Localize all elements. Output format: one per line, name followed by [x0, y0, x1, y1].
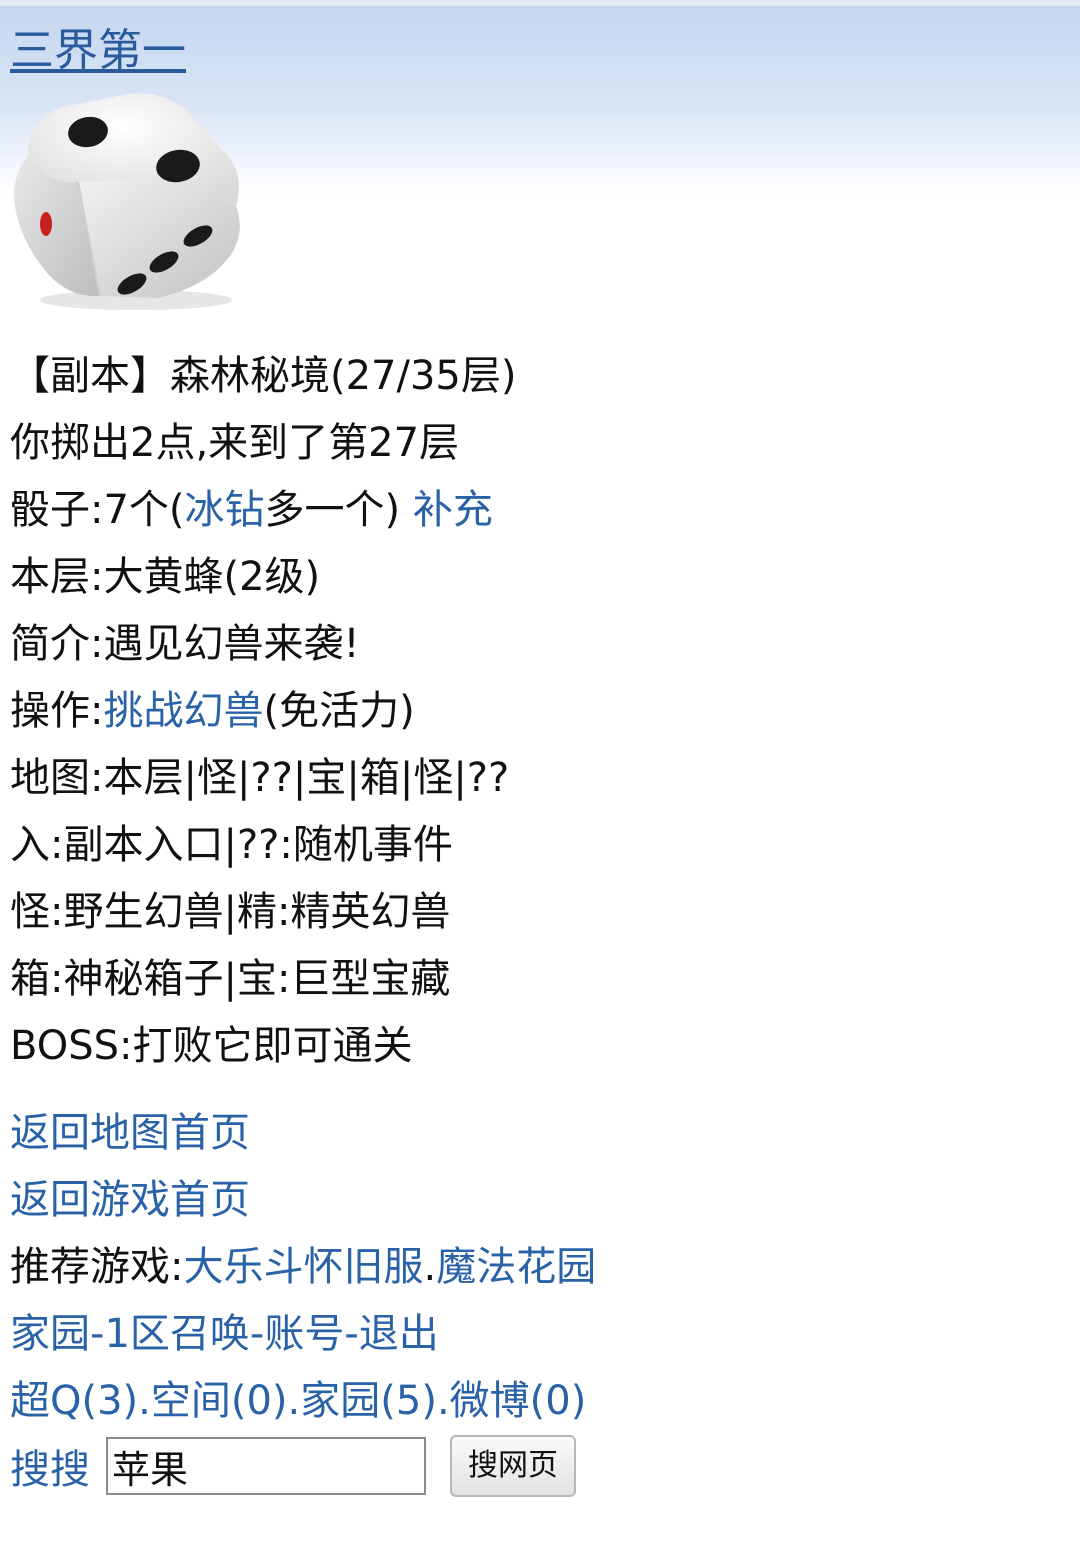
space-link[interactable]: 空间(0) [151, 1378, 288, 1424]
dice-count-line: 骰子:7个(冰钻多一个) 补充 [10, 477, 1070, 544]
dash-2: - [249, 1311, 265, 1357]
recommend-separator: . [423, 1244, 437, 1290]
search-input[interactable] [106, 1437, 426, 1495]
content-lines: 【副本】森林秘境(27/35层) 你掷出2点,来到了第27层 骰子:7个(冰钻多… [10, 343, 1070, 1505]
legend-boss: BOSS:打败它即可通关 [10, 1023, 413, 1069]
ice-diamond-link[interactable]: 冰钻 [185, 487, 265, 533]
dungeon-title: 【副本】森林秘境(27/35层) [10, 353, 517, 399]
recommend-line: 推荐游戏:大乐斗怀旧服.魔法花园 [10, 1234, 1070, 1301]
map-line: 地图:本层|怪|??|宝|箱|怪|?? [10, 755, 510, 801]
roll-result: 你掷出2点,来到了第27层 [10, 420, 460, 466]
account-nav-line: 家园-1区召唤-账号-退出 [10, 1301, 1070, 1368]
dice-icon [8, 86, 248, 316]
search-web-button[interactable]: 搜网页 [450, 1435, 576, 1497]
floor-info: 本层:大黄蜂(2级) [10, 554, 321, 600]
floor-intro: 简介:遇见幻兽来袭! [10, 621, 360, 667]
refill-link[interactable]: 补充 [413, 487, 493, 533]
dash-3: - [344, 1311, 359, 1357]
dot-1: . [138, 1378, 151, 1424]
action-label: 操作: [10, 688, 104, 734]
legend-monster: 怪:野生幻兽|精:精英幻兽 [10, 889, 451, 935]
dot-3: . [436, 1378, 450, 1424]
site-title-link[interactable]: 三界第一 [10, 26, 186, 76]
home-link[interactable]: 家园 [10, 1311, 90, 1357]
back-to-game-link[interactable]: 返回游戏首页 [10, 1177, 250, 1223]
search-label-link[interactable]: 搜搜 [10, 1447, 90, 1493]
recommend-game-1-link[interactable]: 大乐斗怀旧服 [183, 1244, 423, 1290]
superq-link[interactable]: 超Q(3) [10, 1378, 138, 1424]
homeland-link[interactable]: 家园(5) [300, 1378, 437, 1424]
dash-1: - [90, 1311, 105, 1357]
legend-box: 箱:神秘箱子|宝:巨型宝藏 [10, 956, 451, 1002]
recommend-game-2-link[interactable]: 魔法花园 [436, 1244, 596, 1290]
dice-count-text: 骰子:7个( [10, 487, 185, 533]
weibo-link[interactable]: 微博(0) [450, 1378, 587, 1424]
action-note: (免活力) [263, 688, 415, 734]
search-row: 搜搜 搜网页 [10, 1435, 1070, 1505]
back-to-map-link[interactable]: 返回地图首页 [10, 1110, 250, 1156]
zone-link[interactable]: 1区召唤 [104, 1311, 249, 1357]
logout-link[interactable]: 退出 [359, 1311, 439, 1357]
account-link[interactable]: 账号 [264, 1311, 344, 1357]
legend-entrance: 入:副本入口|??:随机事件 [10, 822, 453, 868]
recommend-label: 推荐游戏: [10, 1244, 184, 1290]
social-nav-line: 超Q(3).空间(0).家园(5).微博(0) [10, 1368, 1070, 1435]
dot-2: . [287, 1378, 301, 1424]
dice-extra-text: 多一个) [264, 487, 413, 533]
challenge-beast-link[interactable]: 挑战幻兽 [103, 688, 263, 734]
action-line: 操作:挑战幻兽(免活力) [10, 678, 1070, 745]
